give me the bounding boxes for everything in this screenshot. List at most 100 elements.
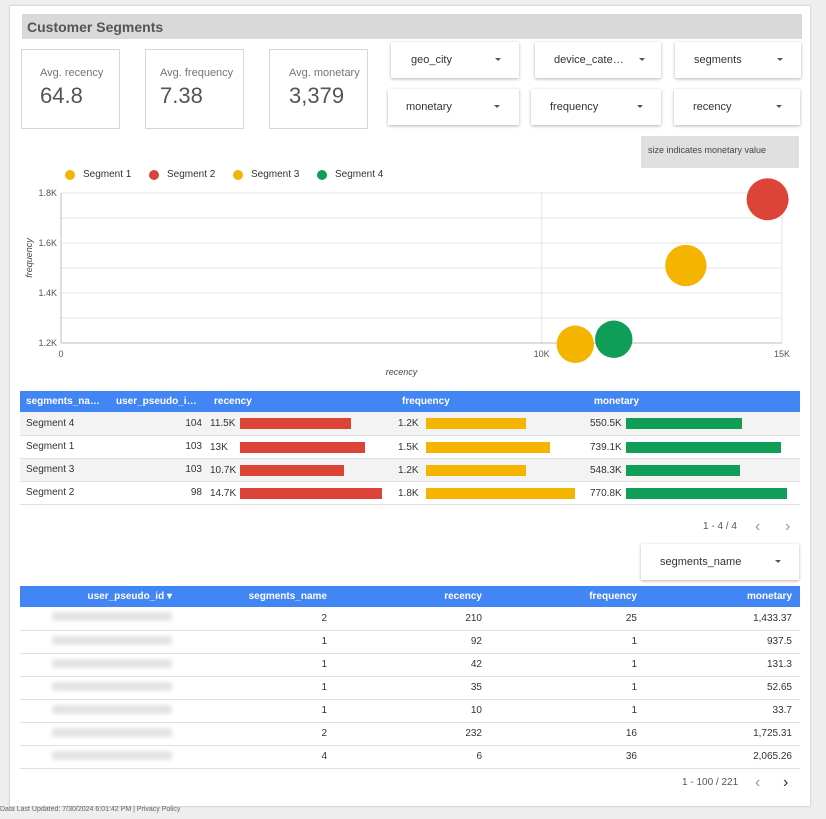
table-row[interactable]: 2 232 16 1,725.31 (20, 722, 800, 746)
column-header[interactable]: recency (335, 586, 490, 607)
monetary-bar (626, 464, 740, 476)
column-header-label: user_pseudo_id (87, 591, 165, 602)
frequency-cell: 1 (490, 699, 645, 723)
scatter-point-segment-3 (556, 325, 595, 363)
user-table: user_pseudo_id ▾ segments_name recency f… (20, 586, 800, 769)
column-header[interactable]: user_pseudo_i… (110, 391, 208, 412)
segment-name-cell: Segment 1 (20, 435, 110, 459)
monetary-cell: 131.3 (645, 653, 800, 677)
frequency-value: 1.5K (398, 441, 419, 453)
y-axis-label: frequency (24, 238, 34, 278)
recency-value: 10.7K (210, 464, 237, 476)
user-id-cell (20, 699, 180, 723)
user-count-cell: 103 (110, 435, 208, 459)
y-tick-label: 1.6K (38, 238, 57, 248)
monetary-bar-cell: 550.5K (588, 412, 800, 436)
frequency-bar-cell: 1.5K (396, 435, 588, 459)
frequency-cell: 1 (490, 653, 645, 677)
segment-table: segments_na… user_pseudo_i… recency freq… (20, 391, 800, 505)
redacted-user-id (52, 750, 172, 760)
redacted-user-id (52, 681, 172, 691)
monetary-value: 770.8K (590, 487, 622, 499)
segment-name-cell: Segment 3 (20, 458, 110, 482)
scatter-chart: 1.2K 1.4K 1.6K 1.8K 0 10K 15K recency frequency (24, 178, 790, 377)
footer-text: Data Last Updated: 7/30/2024 6:01:42 PM … (0, 806, 181, 813)
column-header-user-pseudo-id[interactable]: user_pseudo_id ▾ (20, 586, 180, 607)
chevron-right-icon[interactable]: › (785, 518, 790, 536)
sort-desc-icon: ▾ (166, 591, 172, 602)
recency-cell: 92 (335, 630, 490, 654)
chevron-right-icon[interactable]: › (783, 774, 788, 792)
table-row[interactable]: Segment 1 103 13K 1.5K 739.1K (20, 435, 800, 459)
chevron-down-icon (775, 560, 781, 563)
segment-table-pagination: 1 - 4 / 4 ‹ › (703, 518, 813, 537)
recency-cell: 6 (335, 745, 490, 769)
segment-name-cell: Segment 4 (20, 412, 110, 436)
frequency-value: 1.8K (398, 487, 419, 499)
table-row[interactable]: Segment 4 104 11.5K 1.2K 550.5K (20, 412, 800, 436)
filter-segments-name[interactable]: segments_name (641, 544, 799, 580)
segments_name-cell: 1 (180, 676, 335, 700)
user-id-cell (20, 653, 180, 677)
table-header-row: segments_na… user_pseudo_i… recency freq… (20, 391, 800, 412)
monetary-bar-cell: 739.1K (588, 435, 800, 459)
x-tick-label: 10K (534, 349, 550, 359)
recency-bar-cell: 14.7K (208, 481, 396, 505)
frequency-bar (426, 418, 526, 429)
table-row[interactable]: Segment 2 98 14.7K 1.8K 770.8K (20, 481, 800, 505)
column-header[interactable]: frequency (490, 586, 645, 607)
recency-cell: 232 (335, 722, 490, 746)
frequency-value: 1.2K (398, 464, 419, 476)
monetary-cell: 2,065.26 (645, 745, 800, 769)
column-header[interactable]: segments_name (180, 586, 335, 607)
monetary-bar-cell: 548.3K (588, 458, 800, 482)
recency-bar (240, 441, 365, 453)
chevron-left-icon[interactable]: ‹ (755, 518, 760, 536)
monetary-cell: 1,433.37 (645, 607, 800, 631)
segments_name-cell: 2 (180, 607, 335, 631)
table-row[interactable]: Segment 3 103 10.7K 1.2K 548.3K (20, 458, 800, 482)
user-table-pagination: 1 - 100 / 221 ‹ › (682, 774, 812, 793)
frequency-bar (426, 441, 550, 453)
column-header[interactable]: monetary (588, 391, 800, 412)
user-id-cell (20, 630, 180, 654)
frequency-bar-cell: 1.8K (396, 481, 588, 505)
table-row[interactable]: 1 10 1 33.7 (20, 699, 800, 723)
monetary-bar (626, 441, 781, 453)
frequency-cell: 1 (490, 676, 645, 700)
column-header[interactable]: monetary (645, 586, 800, 607)
table-row[interactable]: 1 92 1 937.5 (20, 630, 800, 654)
filter-label: segments_name (660, 556, 742, 568)
pagination-label: 1 - 4 / 4 (703, 521, 737, 532)
frequency-bar-cell: 1.2K (396, 412, 588, 436)
column-header[interactable]: frequency (396, 391, 588, 412)
recency-value: 11.5K (210, 418, 236, 429)
scatter-point-segment-1 (665, 244, 707, 287)
column-header[interactable]: segments_na… (20, 391, 110, 412)
y-tick-label: 1.4K (38, 288, 57, 298)
column-header[interactable]: recency (208, 391, 396, 412)
table-header-row: user_pseudo_id ▾ segments_name recency f… (20, 586, 800, 607)
table-row[interactable]: 1 42 1 131.3 (20, 653, 800, 677)
segments_name-cell: 2 (180, 722, 335, 746)
scatter-point-segment-4 (595, 320, 633, 358)
frequency-cell: 25 (490, 607, 645, 631)
user-count-cell: 103 (110, 458, 208, 482)
monetary-value: 739.1K (590, 441, 622, 453)
recency-cell: 10 (335, 699, 490, 723)
table-row[interactable]: 4 6 36 2,065.26 (20, 745, 800, 769)
table-row[interactable]: 2 210 25 1,433.37 (20, 607, 800, 631)
redacted-user-id (52, 658, 172, 668)
chevron-left-icon[interactable]: ‹ (755, 774, 760, 792)
table-row[interactable]: 1 35 1 52.65 (20, 676, 800, 700)
segment-name-cell: Segment 2 (20, 481, 110, 505)
recency-cell: 210 (335, 607, 490, 631)
recency-cell: 42 (335, 653, 490, 677)
segments_name-cell: 1 (180, 699, 335, 723)
monetary-bar-cell: 770.8K (588, 481, 800, 505)
recency-bar-cell: 10.7K (208, 458, 396, 482)
segments_name-cell: 1 (180, 630, 335, 654)
recency-bar (240, 418, 351, 429)
monetary-value: 548.3K (590, 464, 622, 476)
pagination-label: 1 - 100 / 221 (682, 777, 739, 788)
